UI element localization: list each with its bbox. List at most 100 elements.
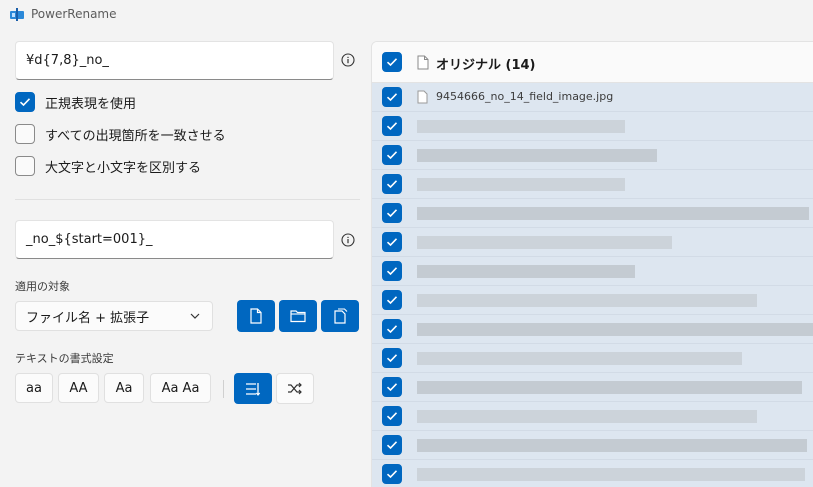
checkmark-icon — [386, 441, 398, 450]
lowercase-button[interactable]: aa — [15, 373, 53, 403]
enumerate-icon — [246, 382, 261, 396]
redacted-filename — [417, 236, 672, 249]
redacted-filename — [417, 265, 635, 278]
search-input-value: ¥d{7,8}_no_ — [26, 53, 109, 68]
row-checkbox[interactable] — [382, 145, 402, 165]
search-input[interactable]: ¥d{7,8}_no_ — [15, 41, 334, 80]
uppercase-button[interactable]: AA — [58, 373, 99, 403]
checkmark-icon — [386, 267, 398, 276]
list-item[interactable] — [372, 460, 813, 487]
info-icon[interactable] — [341, 233, 355, 247]
row-checkbox[interactable] — [382, 435, 402, 455]
row-checkbox[interactable] — [382, 232, 402, 252]
subfolder-icon — [334, 308, 348, 324]
apply-to-label: 適用の対象 — [15, 280, 70, 293]
redacted-filename — [417, 207, 809, 220]
folder-icon — [290, 310, 306, 323]
checkmark-icon — [386, 180, 398, 189]
file-icon — [417, 90, 428, 104]
checkmark-icon — [386, 238, 398, 247]
checkmark-icon — [386, 412, 398, 421]
row-checkbox[interactable] — [382, 116, 402, 136]
option-label: すべての出現箇所を一致させる — [45, 128, 226, 144]
list-item[interactable] — [372, 199, 813, 228]
row-checkbox[interactable] — [382, 203, 402, 223]
checkbox[interactable] — [15, 156, 35, 176]
window-title: PowerRename — [31, 7, 117, 21]
option-use-regex[interactable]: 正規表現を使用 — [15, 91, 136, 113]
row-checkbox[interactable] — [382, 290, 402, 310]
checkmark-icon — [386, 209, 398, 218]
option-label: 大文字と小文字を区別する — [45, 160, 202, 176]
redacted-filename — [417, 178, 625, 191]
list-item[interactable] — [372, 257, 813, 286]
list-item[interactable] — [372, 344, 813, 373]
option-label: 正規表現を使用 — [45, 96, 137, 112]
row-checkbox[interactable] — [382, 348, 402, 368]
option-case-sensitive[interactable]: 大文字と小文字を区別する — [15, 155, 201, 177]
select-all-checkbox[interactable] — [382, 52, 402, 72]
list-item[interactable]: 9454666_no_14_field_image.jpg — [372, 83, 813, 112]
checkmark-icon — [386, 151, 398, 160]
row-checkbox[interactable] — [382, 261, 402, 281]
file-icon — [250, 308, 262, 324]
toolbar-separator — [223, 380, 224, 398]
checkbox-checked[interactable] — [15, 92, 35, 112]
redacted-filename — [417, 439, 807, 452]
redacted-filename — [417, 468, 805, 481]
include-subfolders-button[interactable] — [321, 300, 359, 332]
include-folders-button[interactable] — [279, 300, 317, 332]
list-item[interactable] — [372, 141, 813, 170]
apply-to-selected: ファイル名 + 拡張子 — [26, 310, 150, 326]
list-item[interactable] — [372, 315, 813, 344]
checkmark-icon — [386, 93, 398, 102]
list-header-label: オリジナル (14) — [436, 58, 536, 73]
powerrename-app-icon — [10, 8, 24, 21]
redacted-filename — [417, 323, 813, 336]
title-bar: PowerRename — [0, 0, 813, 30]
row-checkbox[interactable] — [382, 174, 402, 194]
info-icon[interactable] — [341, 53, 355, 67]
checkmark-icon — [386, 58, 398, 67]
redacted-filename — [417, 352, 742, 365]
enumerate-button[interactable] — [234, 373, 272, 404]
row-checkbox[interactable] — [382, 377, 402, 397]
text-format-label: テキストの書式設定 — [15, 352, 114, 365]
checkmark-icon — [19, 98, 31, 107]
checkmark-icon — [386, 122, 398, 131]
list-item[interactable] — [372, 431, 813, 460]
row-checkbox[interactable] — [382, 87, 402, 107]
redacted-filename — [417, 120, 625, 133]
list-item[interactable] — [372, 170, 813, 199]
list-item[interactable] — [372, 228, 813, 257]
file-icon — [417, 55, 429, 70]
option-match-all[interactable]: すべての出現箇所を一致させる — [15, 123, 226, 145]
chevron-down-icon — [190, 313, 200, 319]
capitalize-each-word-button[interactable]: Aa Aa — [150, 373, 211, 403]
row-checkbox[interactable] — [382, 319, 402, 339]
list-item[interactable] — [372, 286, 813, 315]
checkmark-icon — [386, 383, 398, 392]
checkbox[interactable] — [15, 124, 35, 144]
redacted-filename — [417, 149, 657, 162]
include-files-button[interactable] — [237, 300, 275, 332]
file-name: 9454666_no_14_field_image.jpg — [436, 90, 614, 103]
list-item[interactable] — [372, 373, 813, 402]
file-rows: 9454666_no_14_field_image.jpg — [372, 83, 813, 487]
redacted-filename — [417, 410, 757, 423]
checkmark-icon — [386, 354, 398, 363]
shuffle-icon — [288, 382, 302, 395]
divider — [15, 199, 360, 200]
checkmark-icon — [386, 296, 398, 305]
replace-input[interactable]: _no_${start=001}_ — [15, 220, 334, 259]
row-checkbox[interactable] — [382, 406, 402, 426]
apply-to-dropdown[interactable]: ファイル名 + 拡張子 — [15, 301, 213, 331]
file-list-panel: オリジナル (14) 9454666_no_14_field_image.jpg — [371, 41, 813, 487]
titlecase-button[interactable]: Aa — [104, 373, 144, 403]
randomize-button[interactable] — [276, 373, 314, 404]
checkmark-icon — [386, 470, 398, 479]
redacted-filename — [417, 294, 757, 307]
list-item[interactable] — [372, 402, 813, 431]
row-checkbox[interactable] — [382, 464, 402, 484]
list-item[interactable] — [372, 112, 813, 141]
